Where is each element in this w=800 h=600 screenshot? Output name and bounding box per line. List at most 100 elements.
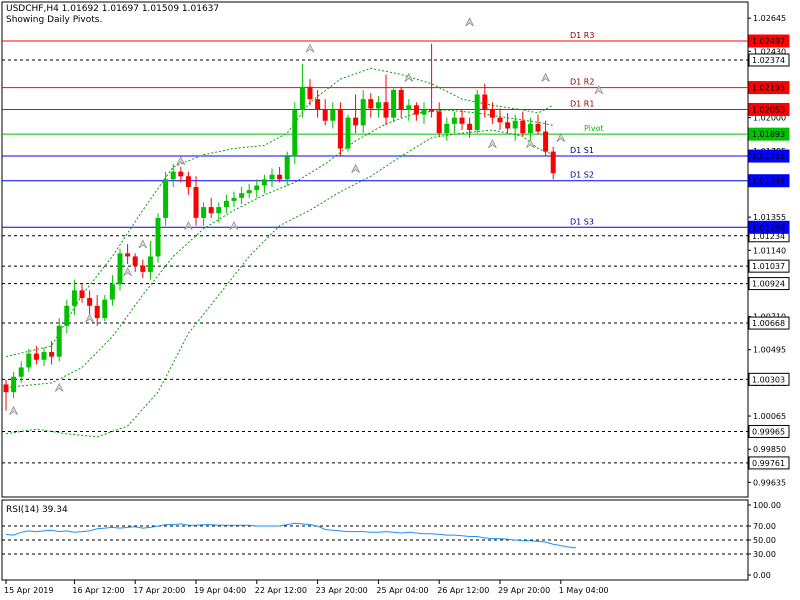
fractal-marker — [351, 163, 360, 173]
candle — [375, 96, 381, 118]
time-tick-label: 26 Apr 12:00 — [437, 586, 489, 595]
pivot-value-label: 1.01591 — [752, 177, 785, 186]
fractal-marker — [229, 220, 239, 230]
candle-body — [109, 284, 115, 300]
candle-body — [292, 109, 298, 157]
candle — [223, 194, 229, 214]
candle-body — [147, 256, 153, 272]
candle-body — [299, 86, 305, 110]
candle — [292, 102, 298, 164]
candle — [436, 102, 442, 137]
candle-body — [368, 99, 374, 109]
pivots-subtitle: Showing Daily Pivots. — [6, 15, 103, 25]
candle-body — [64, 305, 70, 326]
candle-body — [459, 117, 465, 124]
price-tick-label: 1.00065 — [753, 412, 786, 421]
candle — [79, 284, 85, 303]
candle-body — [125, 253, 131, 257]
candle-body — [26, 353, 32, 368]
level-value-label: 1.01037 — [752, 262, 785, 271]
candle — [109, 274, 115, 306]
pivot-label: D1 S1 — [570, 146, 594, 155]
candle — [102, 294, 108, 322]
candle-body — [315, 99, 321, 110]
fractal-marker — [305, 43, 315, 53]
candle-body — [307, 86, 313, 100]
candle — [246, 183, 252, 198]
candle-body — [451, 117, 457, 124]
candle-body — [201, 207, 207, 218]
candle — [155, 213, 161, 263]
candle — [489, 102, 495, 124]
candle-body — [467, 123, 473, 130]
pivot-value-label: 1.01289 — [752, 223, 785, 232]
bollinger-upper-band — [5, 67, 554, 358]
time-tick-label: 15 Apr 2019 — [4, 586, 53, 595]
candle-body — [337, 109, 343, 149]
candle — [231, 191, 237, 208]
candle — [429, 43, 435, 118]
candle — [261, 174, 267, 194]
rsi-tick-label: 70.00 — [753, 522, 776, 531]
candle — [147, 241, 153, 280]
fractal-marker — [526, 139, 535, 149]
fractal-marker — [556, 132, 566, 142]
candle-body — [413, 105, 419, 115]
pivot-value-label: 1.02195 — [752, 84, 785, 93]
candle — [474, 89, 480, 134]
candle-body — [444, 123, 450, 134]
candle-body — [520, 120, 526, 134]
candle-body — [132, 256, 138, 266]
candle-body — [284, 156, 290, 180]
candle-body — [353, 117, 359, 126]
price-tick-label: 0.99850 — [753, 445, 786, 454]
candle — [459, 109, 465, 130]
candle — [360, 89, 366, 134]
symbol-header: USDCHF,H4 1.01692 1.01697 1.01509 1.0163… — [6, 4, 220, 14]
candle-body — [535, 123, 541, 132]
candle-body — [102, 299, 108, 319]
candle-body — [163, 179, 169, 218]
candle — [64, 299, 70, 334]
level-value-label: 0.99965 — [752, 427, 785, 436]
candle-body — [330, 109, 336, 121]
candle-body — [87, 298, 93, 306]
pivot-label: D1 S3 — [570, 217, 594, 226]
level-value-label: 1.00668 — [752, 319, 785, 328]
time-tick-label: 17 Apr 20:00 — [133, 586, 185, 595]
fractal-marker — [488, 139, 497, 149]
candle-body — [322, 109, 328, 121]
time-tick-label: 29 Apr 20:00 — [498, 586, 550, 595]
candle-body — [79, 290, 85, 299]
time-tick-label: 22 Apr 12:00 — [255, 586, 307, 595]
candle — [353, 94, 359, 134]
candle — [520, 111, 526, 137]
candle-body — [436, 111, 442, 134]
rsi-line — [5, 522, 577, 549]
pivot-value-label: 1.02053 — [752, 105, 785, 114]
candle — [170, 163, 176, 188]
candle-body — [11, 376, 17, 393]
level-value-label: 1.02374 — [752, 56, 785, 65]
fractal-marker — [123, 267, 132, 277]
candle — [11, 372, 17, 399]
fractal-marker — [54, 382, 64, 392]
candle — [322, 99, 328, 126]
pivot-label: Pivot — [584, 124, 604, 133]
pivot-value-label: 1.02497 — [752, 37, 785, 46]
candle — [117, 248, 123, 291]
candle-body — [345, 117, 351, 149]
candle — [178, 167, 184, 183]
candle-body — [3, 384, 9, 393]
candle-body — [94, 305, 100, 319]
candle-body — [178, 171, 184, 177]
candle — [216, 202, 222, 223]
candle-body — [231, 197, 237, 201]
candle — [41, 347, 47, 366]
candle — [185, 171, 191, 195]
rsi-tick-label: 50.00 — [753, 536, 776, 545]
pivot-value-label: 1.01893 — [752, 130, 785, 139]
candle-body — [277, 174, 283, 180]
candle-body — [474, 94, 480, 130]
pivot-value-label: 1.01751 — [752, 152, 785, 161]
